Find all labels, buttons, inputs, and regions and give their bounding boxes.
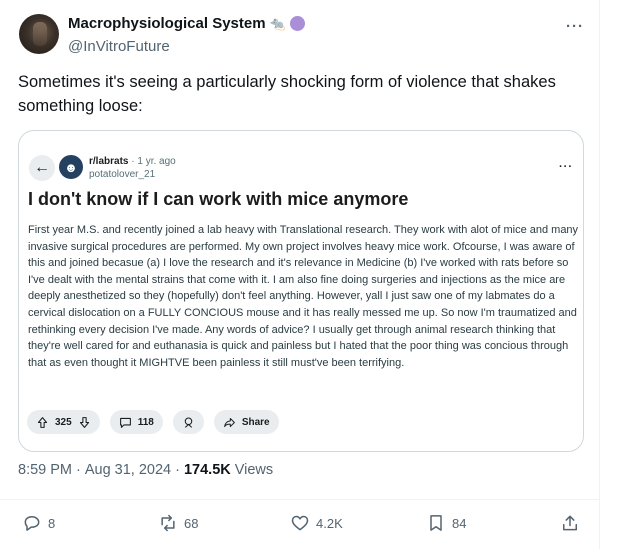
meta-separator: ·: [175, 462, 180, 478]
heart-icon: [291, 515, 309, 531]
subreddit-avatar: ☻: [59, 155, 83, 179]
reply-icon: [24, 516, 40, 531]
like-button[interactable]: 4.2K: [290, 513, 343, 533]
rat-emoji-icon: 🐀: [269, 15, 286, 31]
meta-separator: ·: [76, 462, 81, 478]
comment-count: 118: [137, 416, 154, 428]
share-upload-icon: [563, 515, 577, 531]
tweet-text: Sometimes it's seeing a particularly sho…: [18, 73, 556, 115]
tweet-date[interactable]: Aug 31, 2024: [85, 462, 171, 478]
share-pill: Share: [213, 410, 279, 434]
like-count: 4.2K: [316, 515, 343, 531]
downvote-icon: [79, 416, 89, 428]
separator-dot: ·: [131, 156, 135, 167]
award-pill: [172, 410, 204, 434]
embedded-image-card[interactable]: ← ☻ r/labrats · 1 yr. ago potatolover_21…: [18, 130, 584, 452]
card-more-icon: ···: [559, 161, 573, 173]
repost-count: 68: [184, 515, 199, 531]
tweet: Macrophysiological System 🐀 @InVitroFutu…: [0, 0, 600, 549]
reply-button[interactable]: 8: [22, 513, 55, 533]
purple-circle-icon: [289, 16, 305, 31]
vote-pill: 325: [27, 410, 100, 434]
share-label: Share: [241, 416, 270, 428]
subreddit-name: r/labrats: [89, 156, 129, 167]
post-age: 1 yr. ago: [137, 156, 176, 167]
bookmark-button[interactable]: 84: [426, 513, 466, 533]
vote-count: 325: [55, 416, 72, 428]
reply-count: 8: [48, 515, 56, 531]
bookmark-icon: [430, 515, 442, 531]
share-button[interactable]: [560, 513, 580, 533]
upvote-icon: [37, 416, 48, 428]
comment-icon: [119, 417, 131, 428]
more-options-icon[interactable]: ···: [566, 18, 584, 35]
views-label: Views: [234, 462, 274, 478]
post-title: I don't know if I can work with mice any…: [28, 189, 409, 209]
tweet-time[interactable]: 8:59 PM: [18, 462, 72, 478]
divider: [0, 499, 600, 500]
bookmark-count: 84: [452, 515, 467, 531]
award-icon: [184, 417, 193, 428]
author-name-row: Macrophysiological System 🐀: [68, 15, 305, 32]
share-arrow-icon: [223, 417, 235, 427]
views-count: 174.5K: [183, 462, 231, 478]
post-body: First year M.S. and recently joined a la…: [28, 224, 579, 369]
author-handle[interactable]: @InVitroFuture: [68, 38, 170, 55]
tweet-meta: 8:59 PM · Aug 31, 2024 · 174.5K Views: [18, 462, 273, 478]
author-avatar[interactable]: [19, 14, 59, 54]
subreddit-row: r/labrats · 1 yr. ago: [89, 156, 176, 167]
repost-icon: [161, 514, 175, 532]
author-display-name[interactable]: Macrophysiological System: [68, 15, 266, 32]
post-username: potatolover_21: [89, 169, 156, 180]
repost-button[interactable]: 68: [158, 513, 198, 533]
post-actions: 325 118 Share: [27, 410, 279, 434]
comments-pill: 118: [109, 410, 163, 434]
back-arrow-icon: ←: [29, 155, 55, 181]
